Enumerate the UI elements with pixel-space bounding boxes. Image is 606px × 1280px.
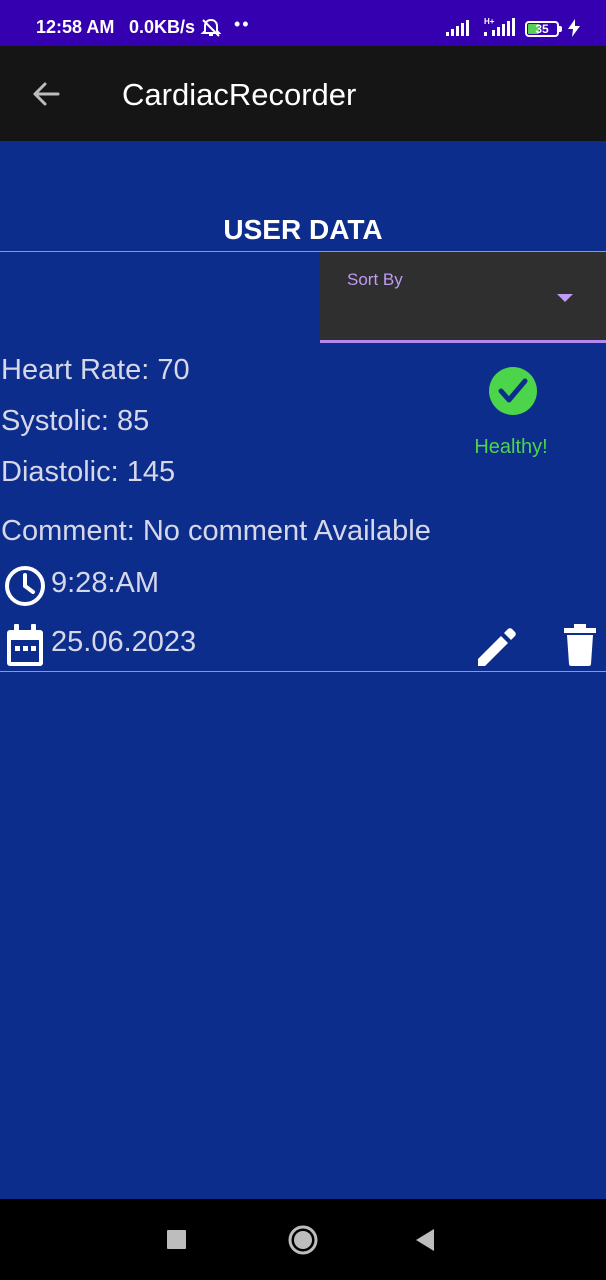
notification-dots: •• bbox=[234, 14, 251, 34]
clock-icon bbox=[4, 565, 46, 612]
charging-icon bbox=[568, 19, 580, 42]
check-circle-icon bbox=[488, 366, 538, 421]
sort-by-dropdown[interactable]: Sort By bbox=[320, 252, 606, 343]
record-divider bbox=[0, 671, 606, 672]
battery-level: 35 bbox=[535, 22, 549, 36]
systolic-text: Systolic: 85 bbox=[1, 405, 150, 437]
calendar-icon bbox=[6, 624, 44, 673]
dropdown-arrow-icon bbox=[557, 294, 573, 302]
delete-trash-icon[interactable] bbox=[563, 624, 597, 671]
record-date: 25.06.2023 bbox=[51, 626, 197, 658]
page-title: USER DATA bbox=[223, 214, 383, 245]
edit-pencil-icon[interactable] bbox=[475, 624, 519, 673]
recent-apps-square-icon[interactable] bbox=[167, 1230, 186, 1249]
arrow-left-icon[interactable] bbox=[30, 78, 62, 115]
status-time: 12:58 AM bbox=[36, 17, 115, 37]
diastolic-text: Diastolic: 145 bbox=[1, 456, 176, 488]
comment-text: Comment: No comment Available bbox=[1, 515, 431, 547]
home-circle-icon[interactable] bbox=[287, 1224, 319, 1261]
sort-by-label: Sort By bbox=[347, 270, 403, 289]
app-title: CardiacRecorder bbox=[122, 77, 357, 112]
svg-text:H+: H+ bbox=[484, 17, 495, 26]
system-nav-bar bbox=[0, 1199, 606, 1280]
record-time: 9:28:AM bbox=[51, 567, 159, 599]
hplus-signal-icon: H+ bbox=[484, 16, 518, 43]
mute-icon bbox=[200, 18, 222, 43]
health-status: Healthy! bbox=[474, 436, 548, 458]
signal-icon bbox=[446, 20, 470, 41]
battery-icon: 35 bbox=[525, 21, 562, 37]
app-bar: CardiacRecorder bbox=[0, 46, 606, 141]
network-speed: 0.0KB/s bbox=[129, 17, 196, 37]
status-bar: 12:58 AM 0.0KB/s •• H+ 35 bbox=[0, 0, 606, 46]
heart-rate-text: Heart Rate: 70 bbox=[1, 354, 190, 386]
back-triangle-icon[interactable] bbox=[414, 1228, 436, 1257]
